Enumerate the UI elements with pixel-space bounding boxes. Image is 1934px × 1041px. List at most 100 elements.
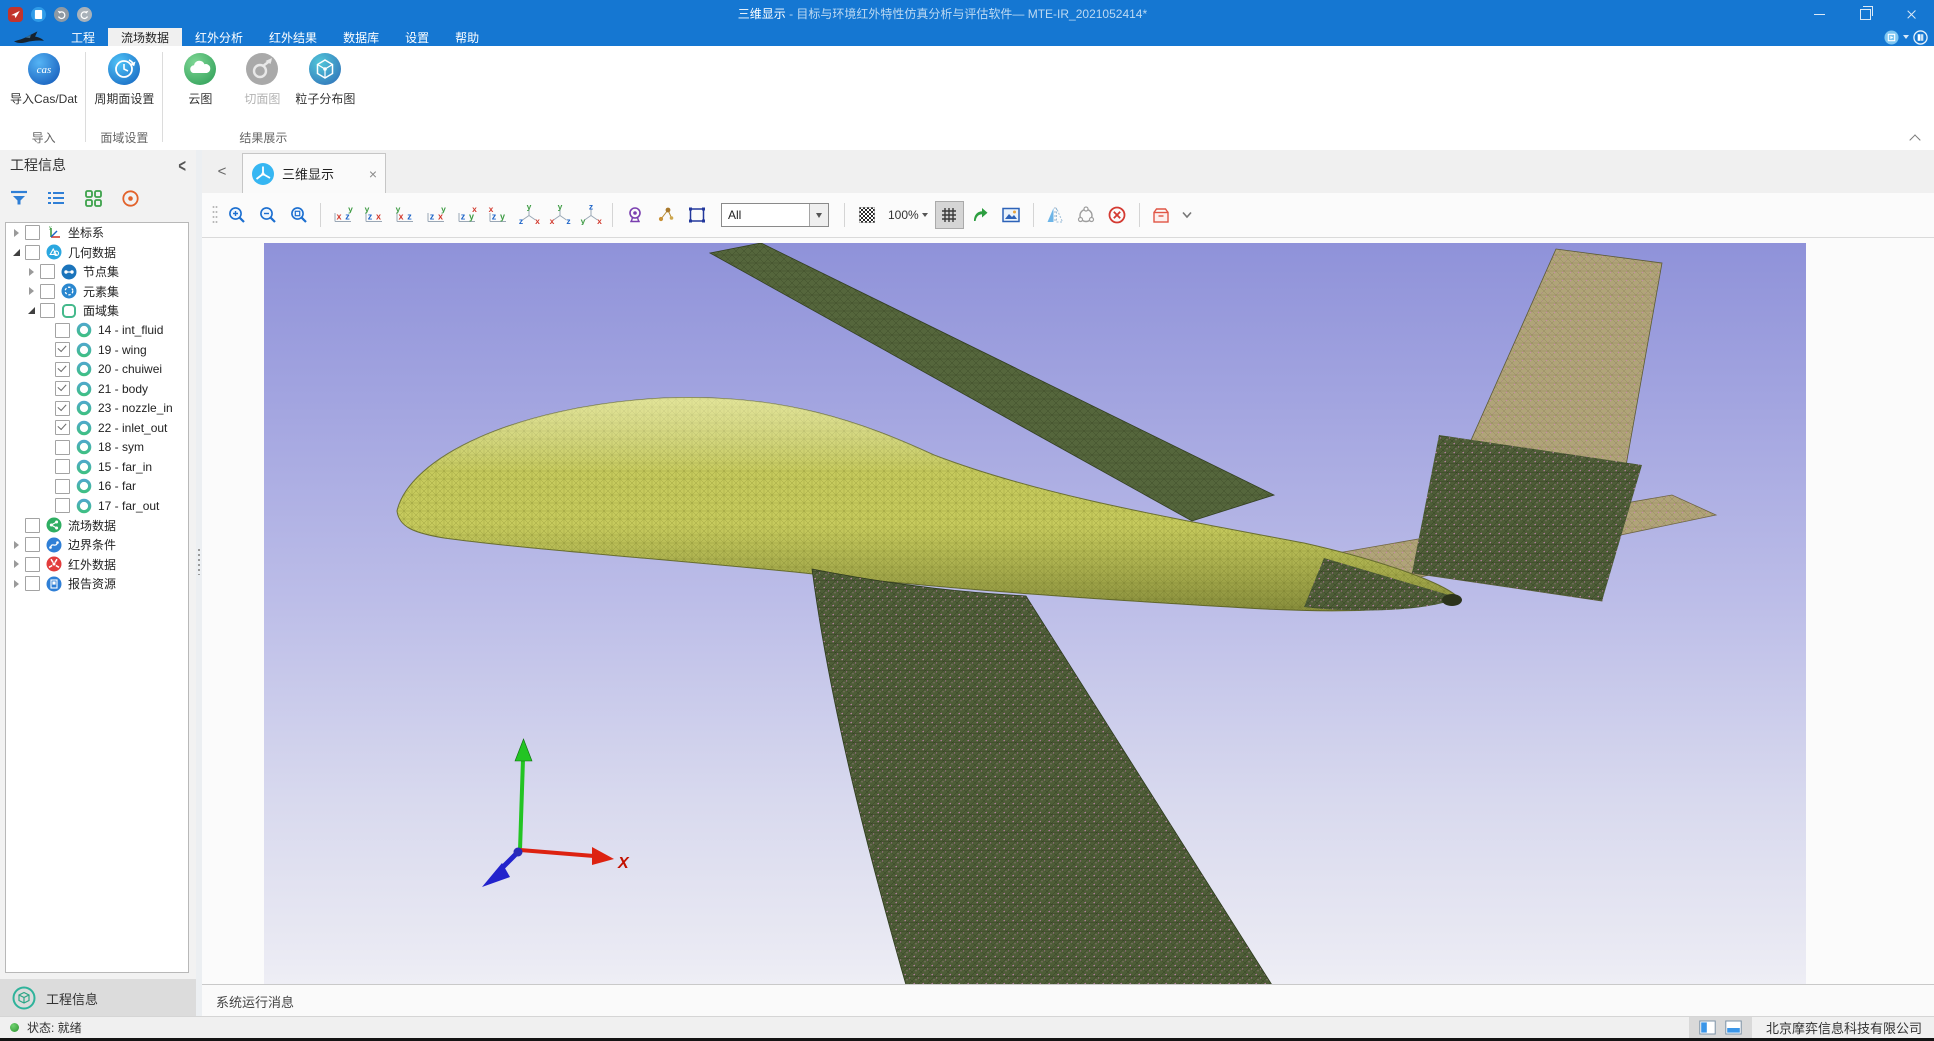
menu-tab-gongcheng[interactable]: 工程 [58,28,108,46]
menu-tab-hongwai-jieguo[interactable]: 红外结果 [256,28,330,46]
display-filter-combo[interactable]: All [721,203,829,227]
tree-item[interactable]: 红外数据 [6,555,188,575]
minimize-icon[interactable] [1796,0,1842,28]
expand-arrow-icon[interactable] [10,541,22,549]
tree-item[interactable]: 节点集 [6,262,188,282]
checkerboard-icon[interactable] [852,201,881,229]
tree-item[interactable]: y坐标系 [6,223,188,243]
tree-item[interactable]: 17 - far_out [6,496,188,516]
zoom-in-icon[interactable] [222,201,251,229]
tree-checkbox[interactable] [55,440,70,455]
menu-tab-shujuku[interactable]: 数据库 [330,28,392,46]
redo-icon[interactable] [77,7,92,22]
tree-checkbox[interactable] [55,381,70,396]
app-launch-icon[interactable] [8,7,23,22]
combo-dropdown-icon[interactable] [809,204,828,226]
ribbon-button-periodic-face-settings[interactable]: 周期面设置 [94,52,154,107]
view-top-icon[interactable]: z y x [452,201,481,229]
image-icon[interactable] [997,201,1026,229]
filter-icon[interactable] [8,187,30,209]
new-document-icon[interactable] [31,7,46,22]
box-icon[interactable] [1147,201,1176,229]
camera-icon[interactable] [620,201,649,229]
tree-checkbox[interactable] [25,576,40,591]
tree-item[interactable]: 15 - far_in [6,457,188,477]
tree-checkbox[interactable] [55,342,70,357]
tree-item[interactable]: 报告资源 [6,574,188,594]
view-iso-3-icon[interactable]: z y x [576,201,605,229]
tree-item[interactable]: 20 - chuiwei [6,360,188,380]
tree-checkbox[interactable] [40,284,55,299]
tree-item[interactable]: 几何数据 [6,243,188,263]
ribbon-button-particle-distribution-plot[interactable]: 粒子分布图 [295,52,355,107]
toolbar-drag-handle[interactable] [210,203,220,227]
tree-item[interactable]: 23 - nozzle_in [6,399,188,419]
menu-tab-shezhi[interactable]: 设置 [392,28,442,46]
tree-item[interactable]: 18 - sym [6,438,188,458]
tree-item[interactable]: 元素集 [6,282,188,302]
undo-icon[interactable] [54,7,69,22]
zoom-level-select[interactable]: 100% [883,202,933,228]
tree-checkbox[interactable] [55,420,70,435]
help-book-icon[interactable] [1913,30,1928,45]
tree-item[interactable]: 面域集 [6,301,188,321]
collapse-arrow-icon[interactable] [10,249,22,256]
ring-icon[interactable] [1072,201,1101,229]
restore-icon[interactable] [1842,0,1888,28]
view-iso-2-icon[interactable]: y x z [545,201,574,229]
tree-item[interactable]: 22 - inlet_out [6,418,188,438]
more-dropdown-icon[interactable] [1178,203,1196,227]
tree-checkbox[interactable] [55,479,70,494]
message-panel[interactable]: 系统运行消息 [202,984,1934,1017]
particles-icon[interactable] [651,201,680,229]
ribbon-collapse-icon[interactable] [1911,133,1920,142]
expand-arrow-icon[interactable] [10,229,22,237]
export-arrow-icon[interactable] [966,201,995,229]
outline-list-icon[interactable] [45,187,67,209]
tree-checkbox[interactable] [25,557,40,572]
view-right-icon[interactable]: z x y [421,201,450,229]
grid-icon[interactable] [935,201,964,229]
view-iso-1-icon[interactable]: y z x [514,201,543,229]
menu-tab-hongwai-fenxi[interactable]: 红外分析 [182,28,256,46]
zoom-fit-icon[interactable] [284,201,313,229]
expand-arrow-icon[interactable] [25,287,37,295]
window-switch-icon[interactable] [1884,30,1899,45]
tree-checkbox[interactable] [55,323,70,338]
tree-item[interactable]: 流场数据 [6,516,188,536]
tree-checkbox[interactable] [25,537,40,552]
tab-scroll-left-icon[interactable]: < [202,150,242,193]
view-bottom-icon[interactable]: z y x [483,201,512,229]
locate-target-icon[interactable] [119,187,141,209]
expand-arrow-icon[interactable] [10,560,22,568]
panel-bottom-icon[interactable] [1725,1020,1742,1035]
tab-close-icon[interactable]: × [369,166,377,182]
panel-left-icon[interactable] [1699,1020,1716,1035]
tree-item[interactable]: 14 - int_fluid [6,321,188,341]
tree-checkbox[interactable] [55,362,70,377]
tree-item[interactable]: 16 - far [6,477,188,497]
tree-checkbox[interactable] [55,498,70,513]
view-left-icon[interactable]: x z y [390,201,419,229]
viewport-3d[interactable]: X [264,243,1806,985]
tree-checkbox[interactable] [40,264,55,279]
tree-checkbox[interactable] [55,459,70,474]
zoom-out-icon[interactable] [253,201,282,229]
tree-item[interactable]: 边界条件 [6,535,188,555]
panel-collapse-icon[interactable]: < [178,155,186,176]
view-back-icon[interactable]: z x y [359,201,388,229]
view-front-icon[interactable]: x z y [328,201,357,229]
menu-tab-liuchang-shuju[interactable]: 流场数据 [108,28,182,46]
tree-checkbox[interactable] [25,518,40,533]
grid-view-icon[interactable] [82,187,104,209]
tree-checkbox[interactable] [25,225,40,240]
collapse-arrow-icon[interactable] [25,307,37,314]
ribbon-button-import-cas-dat[interactable]: cas 导入Cas/Dat [10,52,77,107]
ribbon-button-contour-plot[interactable]: 云图 [171,52,229,107]
expand-arrow-icon[interactable] [10,580,22,588]
expand-arrow-icon[interactable] [25,268,37,276]
dropdown-caret-icon[interactable] [1903,35,1909,42]
close-icon[interactable] [1888,0,1934,28]
menu-tab-bangzhu[interactable]: 帮助 [442,28,492,46]
select-box-icon[interactable] [682,201,711,229]
